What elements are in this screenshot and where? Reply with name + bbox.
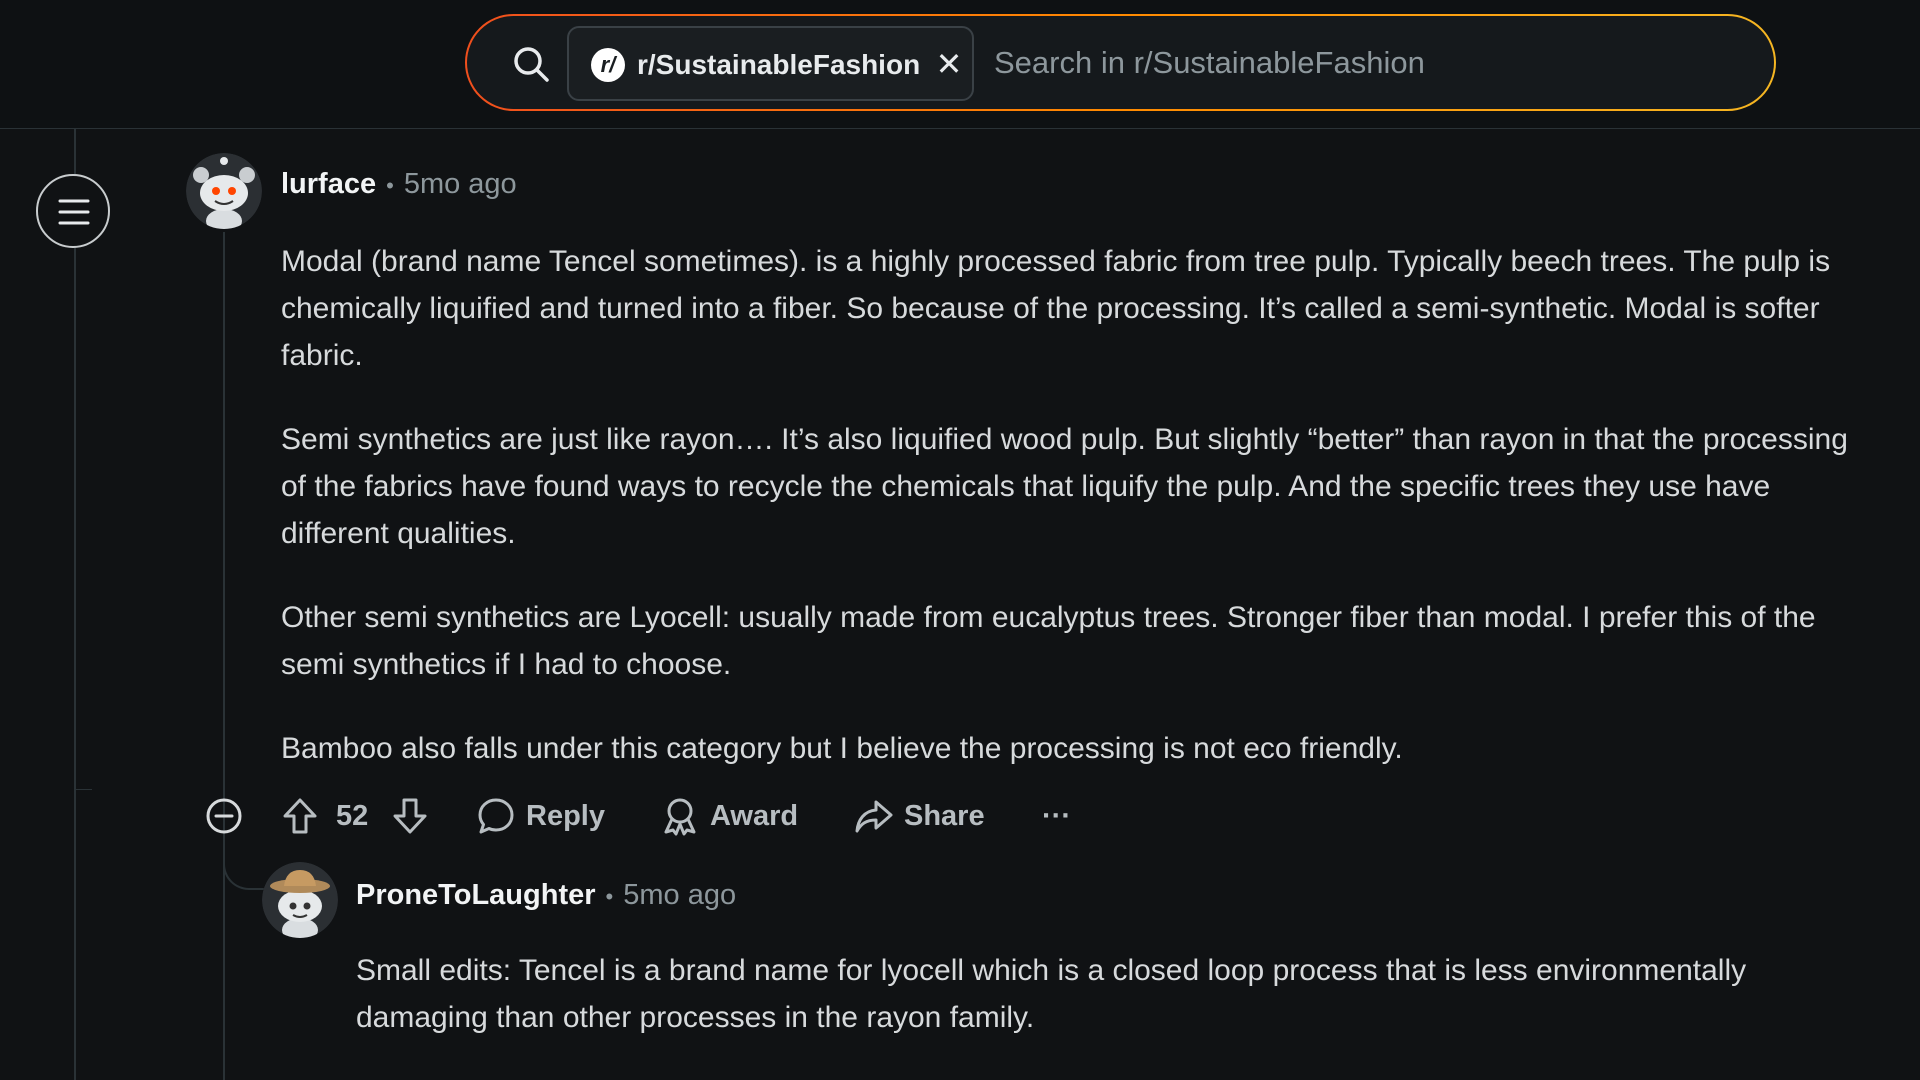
reply-thread-connector bbox=[223, 838, 268, 890]
community-filter-chip[interactable]: r/ r/SustainableFashion ✕ bbox=[567, 26, 974, 101]
score-count: 52 bbox=[336, 799, 369, 832]
comment-meta: lurface • 5mo ago bbox=[281, 166, 517, 204]
vote-score: 52 bbox=[336, 791, 368, 841]
comment-action-bar: 52 Reply Award Share ··· bbox=[204, 791, 1104, 841]
meta-separator: • bbox=[386, 173, 394, 198]
collapse-thread-button[interactable] bbox=[204, 791, 244, 841]
hamburger-menu-icon bbox=[58, 199, 90, 225]
comment-meta: ProneToLaughter • 5mo ago bbox=[356, 877, 736, 915]
community-chip-label: r/SustainableFashion bbox=[637, 49, 921, 80]
more-options-icon: ··· bbox=[1042, 799, 1071, 832]
comment-bubble-icon bbox=[478, 798, 514, 834]
upvote-arrow-icon bbox=[283, 798, 317, 834]
comment-paragraph: Bamboo also falls under this category bu… bbox=[281, 732, 1403, 765]
avatar[interactable] bbox=[186, 153, 262, 229]
search-icon[interactable] bbox=[511, 44, 551, 84]
snoo-avatar-icon bbox=[186, 153, 262, 229]
comment-timestamp[interactable]: 5mo ago bbox=[404, 168, 517, 200]
hamburger-menu-button[interactable] bbox=[36, 174, 110, 248]
search-bar[interactable]: r/ r/SustainableFashion ✕ bbox=[465, 14, 1776, 111]
award-button[interactable]: Award bbox=[660, 791, 798, 841]
award-ribbon-icon bbox=[664, 798, 696, 836]
meta-separator: • bbox=[605, 884, 614, 909]
community-logo-icon: r/ bbox=[591, 48, 625, 82]
snoo-avatar-icon bbox=[262, 862, 338, 938]
comment-paragraph: Modal (brand name Tencel sometimes). is … bbox=[281, 245, 1831, 372]
more-options-button[interactable]: ··· bbox=[1042, 791, 1071, 841]
downvote-button[interactable] bbox=[390, 791, 430, 841]
comment-body: Small edits: Tencel is a brand name for … bbox=[356, 947, 1756, 1078]
reply-button[interactable]: Reply bbox=[476, 791, 605, 841]
award-label: Award bbox=[710, 799, 799, 832]
comment-author[interactable]: ProneToLaughter bbox=[356, 879, 596, 911]
reply-label: Reply bbox=[526, 799, 605, 832]
downvote-arrow-icon bbox=[393, 798, 427, 834]
comment-paragraph: Semi synthetics are just like rayon…. It… bbox=[281, 423, 1848, 550]
comment-paragraph: Small edits: Tencel is a brand name for … bbox=[356, 954, 1747, 1034]
rail-tick bbox=[74, 789, 92, 790]
search-input[interactable] bbox=[992, 38, 1732, 88]
top-header: r/ r/SustainableFashion ✕ bbox=[0, 0, 1920, 129]
left-rail-divider bbox=[74, 129, 92, 1080]
comment-author[interactable]: lurface bbox=[281, 168, 376, 200]
comment-paragraph: Other semi synthetics are Lyocell: usual… bbox=[281, 601, 1816, 681]
upvote-button[interactable] bbox=[280, 791, 320, 841]
share-label: Share bbox=[904, 799, 985, 832]
comment-timestamp[interactable]: 5mo ago bbox=[623, 879, 736, 911]
collapse-thread-icon bbox=[206, 798, 242, 834]
share-arrow-icon bbox=[855, 800, 893, 833]
comment-thread-line[interactable] bbox=[223, 232, 225, 1080]
comment-body: Modal (brand name Tencel sometimes). is … bbox=[281, 238, 1881, 809]
avatar[interactable] bbox=[262, 862, 338, 938]
close-icon[interactable]: ✕ bbox=[935, 46, 963, 82]
share-button[interactable]: Share bbox=[854, 791, 985, 841]
